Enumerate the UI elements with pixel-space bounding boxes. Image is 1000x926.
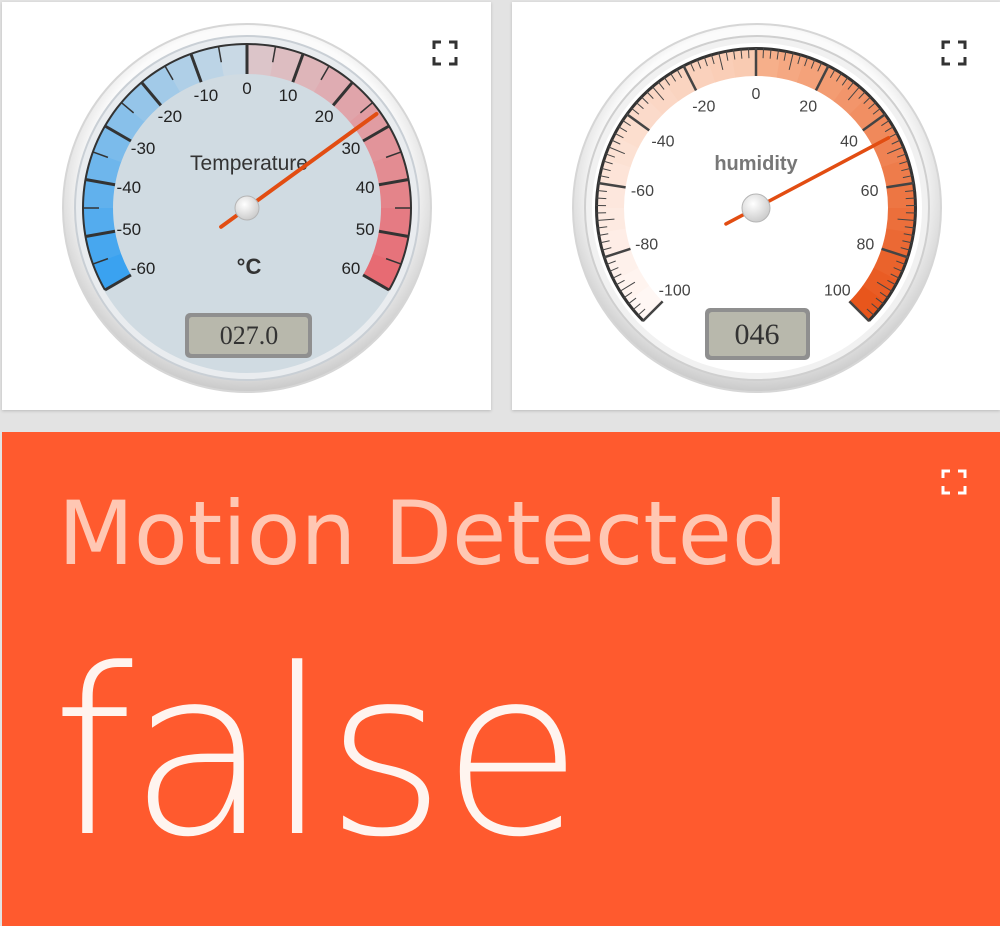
motion-value: false: [52, 621, 583, 888]
tick-label: 0: [242, 79, 251, 98]
lcd-display: 027.0: [185, 313, 312, 358]
tick-label: -20: [692, 99, 715, 116]
tick-label: 100: [824, 282, 851, 299]
tick-label: 0: [752, 86, 761, 103]
tick-label: -50: [117, 220, 142, 239]
lcd-value: 027.0: [220, 321, 279, 350]
tick-label: 10: [279, 86, 298, 105]
expand-icon[interactable]: [941, 40, 967, 66]
temperature-gauge: -60 -50 -40 -30-20 -10 0 10 20 30 40 50 60 Temperat…: [62, 23, 432, 393]
tick-label: -60: [631, 183, 654, 200]
lcd-value: 046: [735, 318, 780, 351]
tick-label: -80: [635, 237, 658, 254]
tick-label: 40: [356, 178, 375, 197]
motion-title: Motion Detected: [58, 482, 788, 585]
temperature-tile: -60 -50 -40 -30 -20 -10 0 10 20 30 40 50 60 Temperat…: [2, 2, 491, 410]
humidity-gauge: -100 -80 -60 -40 -20 0 20 40 60 80 100 humidity 04…: [572, 23, 942, 393]
tick-label: 40: [840, 133, 858, 150]
tick-label: -40: [117, 178, 142, 197]
humidity-tile: -100 -80 -60 -40 -20 0 20 40 60 80 100 humidity 04…: [512, 2, 1000, 410]
gauge-unit: °C: [237, 254, 262, 279]
expand-icon[interactable]: [941, 469, 967, 495]
needle-cap: [234, 195, 260, 221]
gauge-title: humidity: [714, 153, 798, 175]
tick-label: -60: [131, 259, 156, 278]
tick-label: -40: [651, 133, 674, 150]
tick-label: 50: [356, 220, 375, 239]
tick-label: -100: [659, 282, 691, 299]
tick-label: 20: [799, 99, 817, 116]
tick-label: -30: [131, 139, 156, 158]
gauge-title: Temperature: [190, 152, 308, 175]
lcd-display: 046: [705, 308, 810, 360]
tick-label: 30: [341, 139, 360, 158]
needle-cap: [741, 193, 771, 223]
expand-icon[interactable]: [432, 40, 458, 66]
tick-label: -20: [158, 107, 183, 126]
tick-label: 80: [856, 237, 874, 254]
tick-label: 60: [861, 183, 879, 200]
tick-label: 20: [315, 107, 334, 126]
tick-label: 60: [341, 259, 360, 278]
tick-label: -10: [194, 86, 219, 105]
